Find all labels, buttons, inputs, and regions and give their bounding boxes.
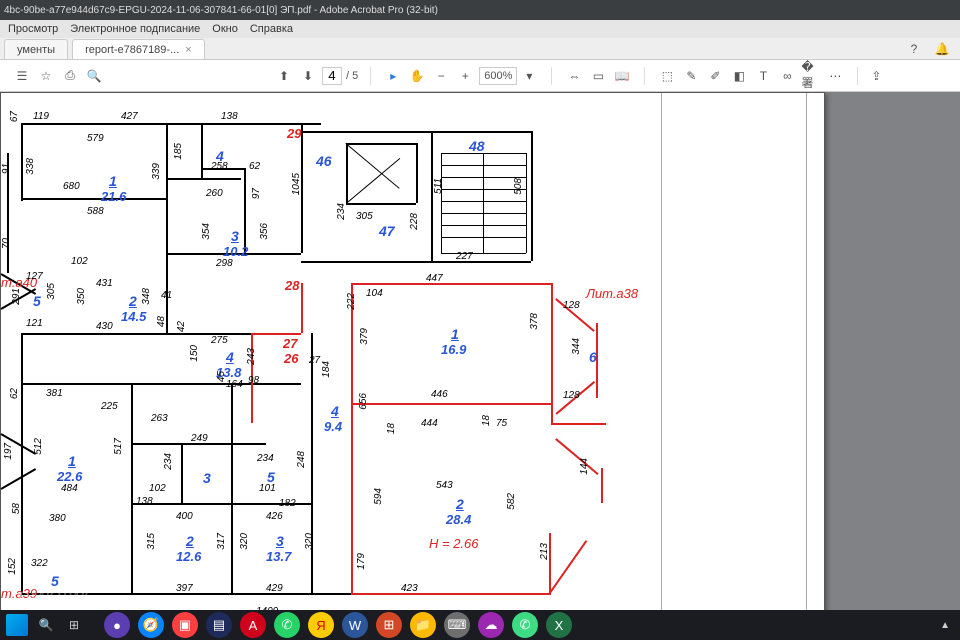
menubar: Просмотр Электронное подписание Окно Спр…	[0, 20, 960, 38]
search-taskbar-icon[interactable]: 🔍	[36, 615, 56, 635]
app-icon[interactable]: ✆	[274, 612, 300, 638]
room-id: 2	[456, 496, 464, 512]
room-area: 16.9	[441, 342, 466, 357]
window-title: 4bc-90be-a77e944d67c9-EPGU-2024-11-06-30…	[4, 5, 956, 16]
document-viewport[interactable]: 1 21.6 2 14.5 3 10.2 4 4 13.8 5 1 22.6	[0, 92, 960, 610]
app-icon[interactable]: ●	[104, 612, 130, 638]
red-label: 29	[287, 126, 301, 141]
start-button[interactable]	[6, 614, 28, 636]
app-icon[interactable]: 📁	[410, 612, 436, 638]
room-area: 28.4	[446, 512, 471, 527]
search-icon[interactable]: 🔍	[84, 66, 104, 86]
room-id: 4	[226, 349, 234, 365]
room-id: 2	[186, 533, 194, 549]
highlight-icon[interactable]: ✎	[681, 66, 701, 86]
star-icon[interactable]: ☆	[36, 66, 56, 86]
menu-window[interactable]: Окно	[212, 23, 238, 35]
room-area: 21.6	[101, 189, 126, 204]
room-id: 3	[276, 533, 284, 549]
hand-icon[interactable]: ✋	[407, 66, 427, 86]
tab-document-label: report-e7867189-...	[85, 44, 179, 56]
app-icon[interactable]: ⊞	[376, 612, 402, 638]
share-icon[interactable]: ⇪	[866, 66, 886, 86]
floor-plan: 1 21.6 2 14.5 3 10.2 4 4 13.8 5 1 22.6	[1, 93, 826, 610]
tab-row: ументы report-e7867189-... × ? 🔔	[0, 38, 960, 60]
app-icon[interactable]: X	[546, 612, 572, 638]
page-input[interactable]	[322, 67, 342, 85]
zoom-value[interactable]: 600%	[479, 67, 517, 85]
watermark: Домклик	[4, 585, 90, 608]
app-icon[interactable]: ⌨	[444, 612, 470, 638]
room-id: 3	[231, 228, 239, 244]
menu-help[interactable]: Справка	[250, 23, 293, 35]
erase-icon[interactable]: ◧	[729, 66, 749, 86]
read-mode-icon[interactable]: 📖	[612, 66, 632, 86]
titlebar: 4bc-90be-a77e944d67c9-EPGU-2024-11-06-30…	[0, 0, 960, 20]
tab-document[interactable]: report-e7867189-... ×	[72, 39, 205, 59]
room-area: 14.5	[121, 309, 146, 324]
app-icon[interactable]: Я	[308, 612, 334, 638]
tray-icon[interactable]: ▲	[940, 620, 950, 631]
room-id: 1	[451, 326, 459, 342]
fit-width-icon[interactable]: ⇔	[564, 66, 584, 86]
toolbar: ☰ ☆ ⎙ 🔍 ⬆ ⬇ / 5 ▸ ✋ − + 600% ▾ ⇔	[0, 60, 960, 92]
red-label: 27	[283, 336, 297, 351]
taskview-icon[interactable]: ⊞	[64, 615, 84, 635]
room-area: 13.7	[266, 549, 291, 564]
red-label: 26	[284, 351, 298, 366]
menu-sign[interactable]: Электронное подписание	[70, 23, 200, 35]
chevron-down-icon[interactable]: ▾	[519, 66, 539, 86]
menu-view[interactable]: Просмотр	[8, 23, 58, 35]
bell-icon[interactable]: 🔔	[932, 39, 952, 59]
stamp-icon[interactable]: ∞	[777, 66, 797, 86]
print-icon[interactable]: ⎙	[60, 66, 80, 86]
sidebar-toggle-icon[interactable]: ☰	[12, 66, 32, 86]
app-icon[interactable]: ☁	[478, 612, 504, 638]
close-icon[interactable]: ×	[185, 44, 191, 56]
room-id: 3	[203, 470, 211, 486]
height-label: H = 2.66	[429, 536, 479, 551]
room-id: 1	[109, 173, 117, 189]
select-icon[interactable]: ⬚	[657, 66, 677, 86]
system-tray[interactable]: ▲	[940, 620, 954, 631]
page-up-icon[interactable]: ⬆	[274, 66, 294, 86]
red-label: 28	[285, 278, 299, 293]
pointer-icon[interactable]: ▸	[383, 66, 403, 86]
page-total: / 5	[346, 70, 358, 82]
room-id: 5	[33, 293, 41, 309]
tab-tools[interactable]: ументы	[4, 39, 68, 59]
room-id: 4	[331, 403, 339, 419]
app-icon[interactable]: ▣	[172, 612, 198, 638]
pdf-page: 1 21.6 2 14.5 3 10.2 4 4 13.8 5 1 22.6	[0, 92, 825, 610]
room-area: 10.2	[223, 244, 248, 259]
room-id: 48	[469, 138, 485, 154]
room-id: 6	[589, 349, 597, 365]
app-icon[interactable]: 🧭	[138, 612, 164, 638]
page-down-icon[interactable]: ⬇	[298, 66, 318, 86]
app-icon[interactable]: A	[240, 612, 266, 638]
room-id: 47	[379, 223, 395, 239]
taskbar: 🔍 ⊞ ● 🧭 ▣ ▤ A ✆ Я W ⊞ 📁 ⌨ ☁ ✆ X ▲	[0, 610, 960, 640]
draw-icon[interactable]: ✐	[705, 66, 725, 86]
lit-label: Лит.а38	[586, 286, 638, 301]
room-id: 46	[316, 153, 332, 169]
room-id: 2	[129, 293, 137, 309]
app-icon[interactable]: ▤	[206, 612, 232, 638]
sign-icon[interactable]: �署	[801, 66, 821, 86]
zoom-in-icon[interactable]: +	[455, 66, 475, 86]
zoom-out-icon[interactable]: −	[431, 66, 451, 86]
app-icon[interactable]: ✆	[512, 612, 538, 638]
room-area: 22.6	[57, 469, 82, 484]
help-icon[interactable]: ?	[904, 39, 924, 59]
room-id: 1	[68, 453, 76, 469]
app-icon[interactable]: W	[342, 612, 368, 638]
more-icon[interactable]: ⋯	[825, 66, 845, 86]
page-indicator: / 5	[322, 67, 358, 85]
room-area: 12.6	[176, 549, 201, 564]
text-icon[interactable]: T	[753, 66, 773, 86]
fit-page-icon[interactable]: ▭	[588, 66, 608, 86]
room-area: 9.4	[324, 419, 342, 434]
